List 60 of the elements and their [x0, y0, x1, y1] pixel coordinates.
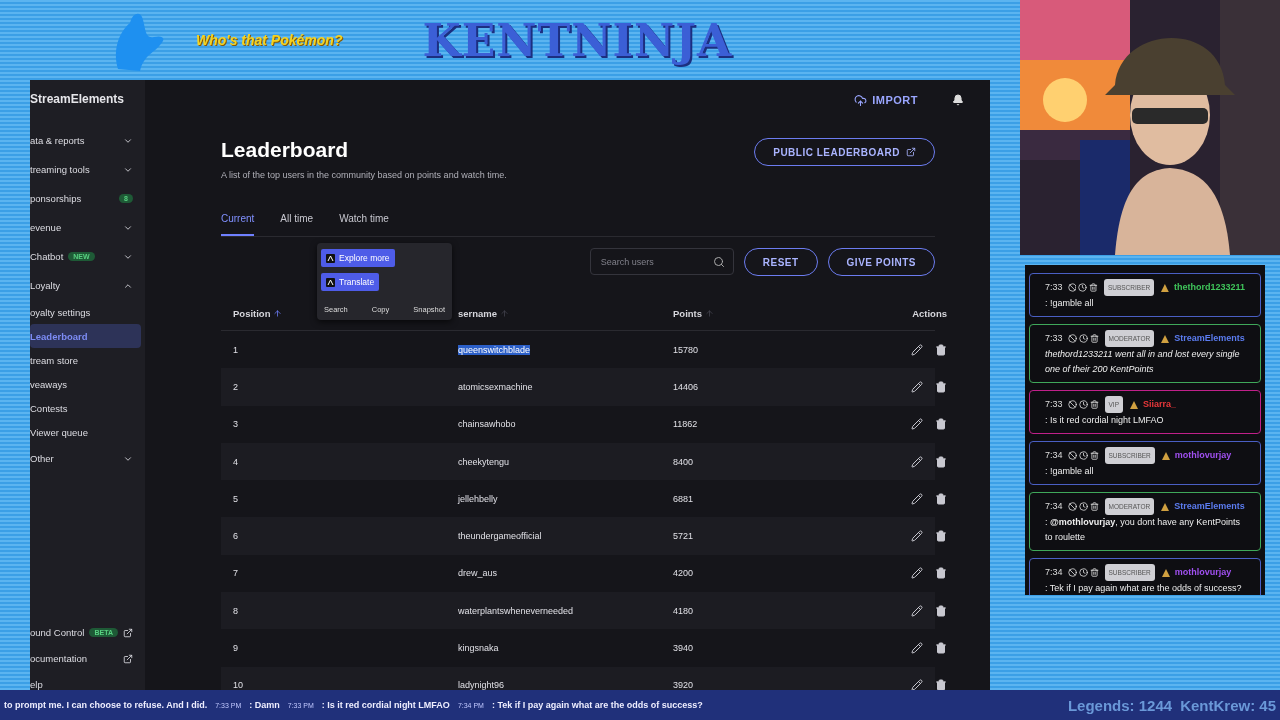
- table-cell: 4200: [673, 568, 694, 579]
- page-subtitle: A list of the top users in the community based on points and watch time.: [221, 170, 507, 180]
- table-cell: chainsawhobo: [458, 419, 516, 430]
- table-cell: 3: [233, 419, 238, 430]
- table-cell: 3920: [673, 680, 694, 690]
- logo-title: KENTNINJA: [422, 14, 733, 66]
- table-cell: 14406: [673, 381, 699, 392]
- table-cell: 3940: [673, 643, 694, 653]
- table-cell: cheekytengu: [458, 456, 510, 467]
- chat-message-text: thethord1233211 went all in and lost every single one of their 200 KentPoints: [1045, 348, 1241, 376]
- table-cell: waterplantswheneverneeded: [458, 605, 574, 616]
- table-cell: 6: [233, 531, 238, 542]
- caption: Who's that Pokémon?: [196, 32, 343, 48]
- table-cell: drew_aus: [458, 568, 498, 579]
- table-cell: ladynight96: [458, 680, 505, 690]
- chat-username: thethord1233211: [1173, 281, 1245, 294]
- chat-message-text: : !gamble all: [1045, 297, 1095, 310]
- table-cell: jellehbelly: [458, 493, 498, 504]
- message-time: 7:33: [1045, 281, 1063, 294]
- table-cell: 4: [233, 456, 238, 467]
- page-title: Leaderboard: [221, 138, 350, 162]
- stat-counter: Legends: 1244: [1067, 696, 1173, 714]
- message-time: 7:33: [1045, 398, 1063, 411]
- table-cell: atomicsexmachine: [458, 381, 533, 392]
- table-cell: 5721: [673, 531, 694, 542]
- ticker-text: : Damn: [249, 700, 280, 710]
- table-cell: theundergameofficial: [458, 531, 542, 542]
- ticker-text: : Tek if I pay again what are the odds of success?: [491, 700, 703, 710]
- table-cell: 8: [233, 605, 238, 616]
- chat-username: StreamElements: [1174, 332, 1245, 345]
- message-time: 7:34: [1045, 500, 1063, 513]
- brand-name: StreamElements: [30, 92, 126, 106]
- chat-message-text: : !gamble all: [1045, 465, 1095, 478]
- chat-username: Siiarra_: [1143, 398, 1177, 411]
- chat-message-text: : @mothlovurjay, you dont have any KentPoints to roulette: [1045, 516, 1241, 544]
- table-cell: 2: [233, 381, 238, 392]
- table-cell: 1: [233, 344, 238, 355]
- chat-message-text: : Is it red cordial night LMFAO: [1045, 414, 1165, 427]
- message-time: 7:34: [1045, 449, 1063, 462]
- table-cell: 8400: [673, 456, 694, 467]
- table-cell: 9: [233, 643, 238, 653]
- table-cell: 11862: [673, 419, 698, 430]
- table-cell: 4180: [673, 605, 694, 616]
- table-cell: 7: [233, 568, 238, 579]
- table-cell: kingsnaka: [458, 643, 499, 653]
- message-time: 7:34: [1045, 566, 1063, 579]
- table-cell: 10: [233, 680, 243, 690]
- chat-username: mothlovurjay: [1174, 449, 1232, 462]
- table-cell: queenswitchblade: [458, 344, 531, 355]
- message-time: 7:33: [1045, 332, 1063, 345]
- ticker-text: : Is it red cordial night LMFAO: [321, 700, 450, 710]
- table-cell: 5: [233, 493, 238, 504]
- table-cell: 6881: [673, 493, 694, 504]
- chat-username: mothlovurjay: [1174, 566, 1232, 579]
- chat-username: StreamElements: [1174, 500, 1245, 513]
- ticker-text: to prompt me. I can choose to refuse. And I did.: [4, 700, 208, 710]
- chat-message-text: : Tek if I pay again what are the odds of success?: [1045, 582, 1243, 595]
- table-cell: 15780: [673, 344, 699, 355]
- stat-counter: KentKrew: 45: [1180, 696, 1276, 714]
- column-header: Actions: [911, 307, 947, 319]
